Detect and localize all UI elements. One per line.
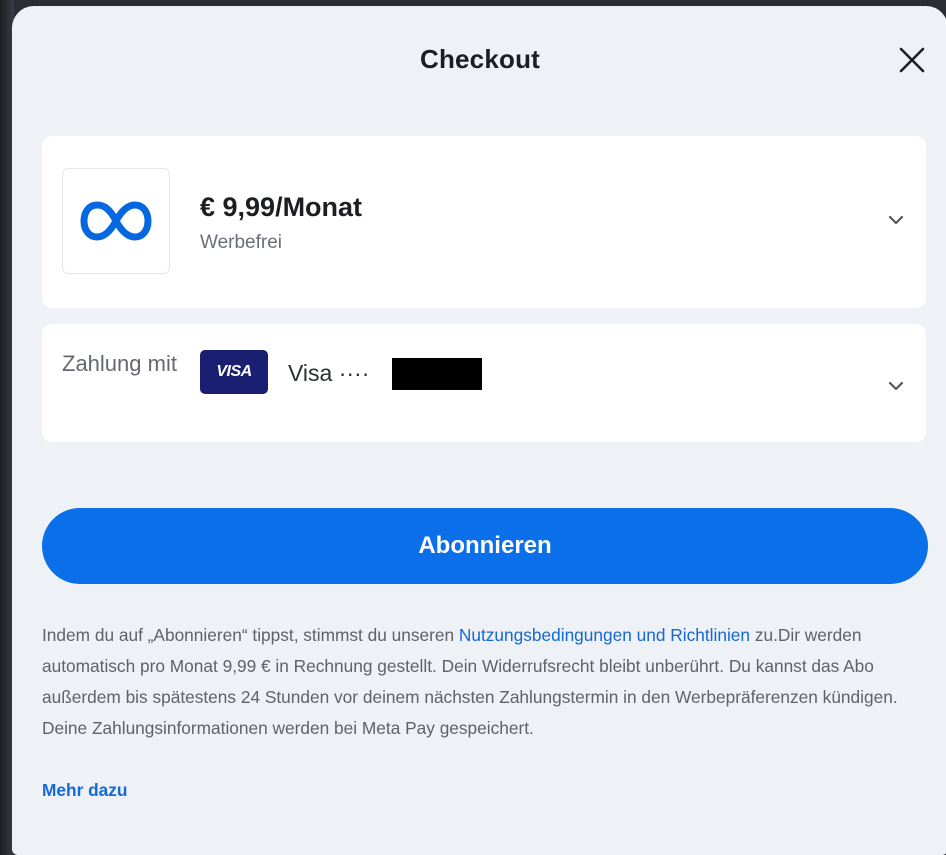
close-button[interactable] (894, 42, 930, 78)
payment-label: Zahlung mit (62, 351, 177, 376)
plan-subtitle: Werbefrei (200, 232, 283, 253)
subscribe-button[interactable]: Abonnieren (42, 508, 928, 584)
meta-logo-icon (80, 201, 152, 241)
dialog-title: Checkout (419, 44, 541, 74)
payment-expand-chevron[interactable] (882, 372, 910, 400)
learn-more-link[interactable]: Mehr dazu (42, 775, 127, 806)
chevron-down-icon (888, 381, 904, 391)
close-icon (899, 47, 925, 73)
plan-card[interactable]: € 9,99/Monat Werbefrei (42, 136, 926, 308)
legal-text-part-1: Indem du auf „Abonnieren“ tippst, stimms… (42, 625, 459, 645)
plan-price: € 9,99/Monat (200, 192, 363, 222)
plan-expand-chevron[interactable] (882, 206, 910, 234)
card-name: Visa ···· (288, 360, 370, 386)
visa-logo-icon: VISA (200, 350, 268, 394)
chevron-down-icon (888, 215, 904, 225)
dialog-header: Checkout (12, 6, 946, 116)
payment-card[interactable]: Zahlung mit VISA Visa ···· (42, 324, 926, 442)
meta-logo-tile (62, 168, 170, 274)
redacted-card-number (392, 358, 482, 390)
legal-text: Indem du auf „Abonnieren“ tippst, stimms… (42, 620, 932, 744)
terms-link[interactable]: Nutzungsbedingungen und Richtlinien (459, 625, 750, 645)
checkout-dialog: Checkout € 9,99/Monat Werbefrei Zahlung … (12, 6, 946, 855)
